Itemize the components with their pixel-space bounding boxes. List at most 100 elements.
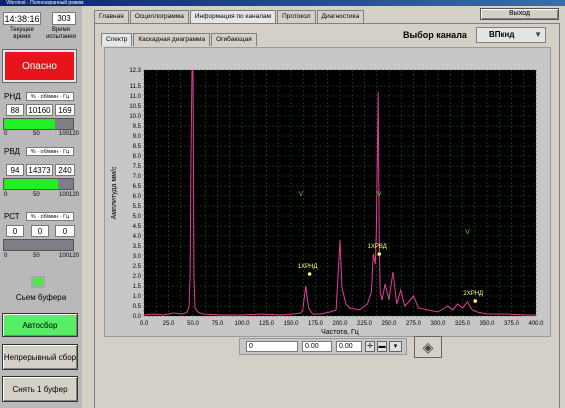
x-tick-label: 100.0 [234, 321, 250, 327]
cursor-toolbar: 0 0.00 0.00 ✛ ▬ ▾ [239, 338, 407, 355]
x-tick-label: 50.0 [187, 321, 199, 327]
tab-spectrum[interactable]: Спектр [101, 33, 133, 46]
cursor-field-1[interactable]: 0 [246, 341, 298, 352]
channel-select[interactable]: ВПкнд ▼ [476, 27, 546, 43]
x-tick-label: 275.0 [406, 321, 422, 327]
rst-unit: % · об/мин · Гц [26, 212, 74, 221]
continuous-collect-button[interactable]: Непрерывный сбор [2, 344, 78, 370]
y-tick-label: 6.5 [133, 184, 142, 190]
y-tick-label: 4.0 [133, 234, 142, 240]
y-tick-label: 2.0 [133, 274, 142, 280]
rvd-rpm: 14373 [26, 164, 53, 176]
y-tick-label: 9.0 [133, 134, 142, 140]
cursor-style-icon[interactable]: ▬ [377, 341, 387, 352]
auto-collect-button[interactable]: Автосбор [2, 313, 78, 337]
x-axis-label: Частота, Гц [321, 329, 359, 336]
annotation-label: 1ХРНД [298, 264, 318, 270]
rnd-scale: 0 50 100 120 [4, 131, 80, 137]
y-tick-label: 0.5 [133, 304, 142, 310]
main-tabs: Главная Осциллограмма Информация по кана… [94, 10, 365, 23]
y-tick-label: 7.5 [133, 164, 142, 170]
cursor-marker: V [465, 229, 470, 236]
crosshair-icon[interactable]: ✛ [365, 341, 375, 352]
marker-menu-icon[interactable]: ▾ [389, 341, 402, 352]
rvd-unit: % · об/мин · Гц [26, 147, 74, 156]
left-panel: 14:38:16 303 Текущее время Время испытан… [0, 6, 82, 408]
rst-rpm: 0 [31, 225, 49, 237]
rnd-level-bar [3, 118, 74, 130]
rst-title: РСТ [4, 212, 20, 221]
annotation-point [307, 272, 312, 276]
x-tick-label: 175.0 [308, 321, 324, 327]
tab-channel-info[interactable]: Информация по каналам [189, 10, 277, 23]
y-tick-label: 11.5 [130, 84, 142, 90]
tab-oscillogram[interactable]: Осциллограмма [129, 10, 189, 23]
tab-diagnostics[interactable]: Диагностика [316, 10, 365, 23]
tab-protocol[interactable]: Протокол [277, 10, 316, 23]
y-tick-label: 1.0 [133, 294, 142, 300]
current-time-label: Текущее время [10, 27, 34, 40]
y-tick-label: 5.5 [133, 204, 142, 210]
pan-icon[interactable]: ◈ [414, 336, 442, 358]
y-tick-label: 7.0 [133, 174, 142, 180]
y-tick-label: 5.0 [133, 214, 142, 220]
x-tick-label: 225.0 [357, 321, 373, 327]
alarm-indicator: Опасно [2, 49, 77, 83]
window-titlebar: Vibrotest - Полноэкранный режим [0, 0, 565, 6]
rvd-level-bar [3, 178, 74, 190]
annotation-point [473, 299, 478, 303]
x-tick-label: 75.0 [212, 321, 224, 327]
channel-select-value: ВПкнд [489, 30, 515, 39]
x-tick-label: 300.0 [430, 321, 446, 327]
remove-buffer-button[interactable]: Снять 1 буфер [2, 376, 78, 402]
x-tick-label: 250.0 [381, 321, 397, 327]
y-tick-label: 0.0 [133, 314, 142, 320]
x-tick-label: 375.0 [504, 321, 520, 327]
rvd-percent: 94 [6, 164, 24, 176]
tab-main[interactable]: Главная [94, 10, 129, 23]
exit-button[interactable]: Выход [480, 8, 559, 20]
rst-level-bar [3, 239, 74, 251]
rnd-unit: % · об/мин · Гц [26, 92, 74, 101]
annotation-point [377, 252, 382, 256]
y-tick-label: 10.5 [129, 104, 141, 110]
rnd-hz: 169 [55, 104, 75, 116]
annotation-label: 2ХРНД [463, 291, 483, 297]
test-duration-label: Время испытания [46, 27, 76, 40]
chevron-down-icon: ▼ [534, 30, 542, 39]
tab-envelope[interactable]: Огибающая [211, 33, 257, 46]
y-tick-label: 9.5 [133, 124, 142, 130]
cursor-field-3[interactable]: 0.00 [336, 341, 362, 352]
cursor-field-2[interactable]: 0.00 [302, 341, 332, 352]
spectrum-chart: 0.0 25.0 50.0 75.0 100.0 125.0 150.0 175.0 200.0… [111, 68, 544, 336]
y-tick-label: 6.0 [133, 194, 142, 200]
x-tick-label: 350.0 [479, 321, 495, 327]
channel-select-label: Выбор канала [403, 30, 467, 40]
x-tick-label: 325.0 [455, 321, 471, 327]
x-tick-labels: 0.0 25.0 50.0 75.0 100.0 125.0 150.0 175.0 200.0… [140, 321, 544, 327]
y-tick-label: 8.0 [133, 154, 142, 160]
buffer-led [31, 276, 45, 288]
rnd-rpm: 10160 [26, 104, 53, 116]
y-tick-labels: 0.0 0.5 1.0 1.5 2.0 2.5 3.0 3.5 4.0 4.5 5.0 5.5 6.0 6… [129, 68, 141, 320]
x-tick-label: 125.0 [259, 321, 275, 327]
annotation-label: 1ХРВД [368, 244, 387, 250]
y-tick-label: 4.5 [133, 224, 142, 230]
y-axis-label: Амплитуда мм/с [111, 166, 118, 219]
rvd-hz: 240 [55, 164, 75, 176]
cursor-marker: V [377, 191, 382, 198]
rvd-scale: 0 50 100 120 [4, 192, 80, 198]
y-tick-label: 8.5 [133, 144, 142, 150]
rst-percent: 0 [6, 225, 24, 237]
buffer-label: Сьем буфера [15, 293, 67, 302]
current-time: 14:38:16 [3, 12, 41, 25]
x-tick-label: 150.0 [283, 321, 299, 327]
rvd-title: РВД [4, 147, 20, 156]
tab-cascade[interactable]: Каскадная диаграмма [133, 33, 211, 46]
x-tick-label: 25.0 [163, 321, 175, 327]
sub-tabs: Спектр Каскадная диаграмма Огибающая [101, 33, 257, 46]
test-duration: 303 [52, 12, 76, 25]
x-tick-label: 400.0 [528, 321, 544, 327]
y-tick-label: 12.3 [129, 68, 141, 74]
rst-hz: 0 [55, 225, 75, 237]
